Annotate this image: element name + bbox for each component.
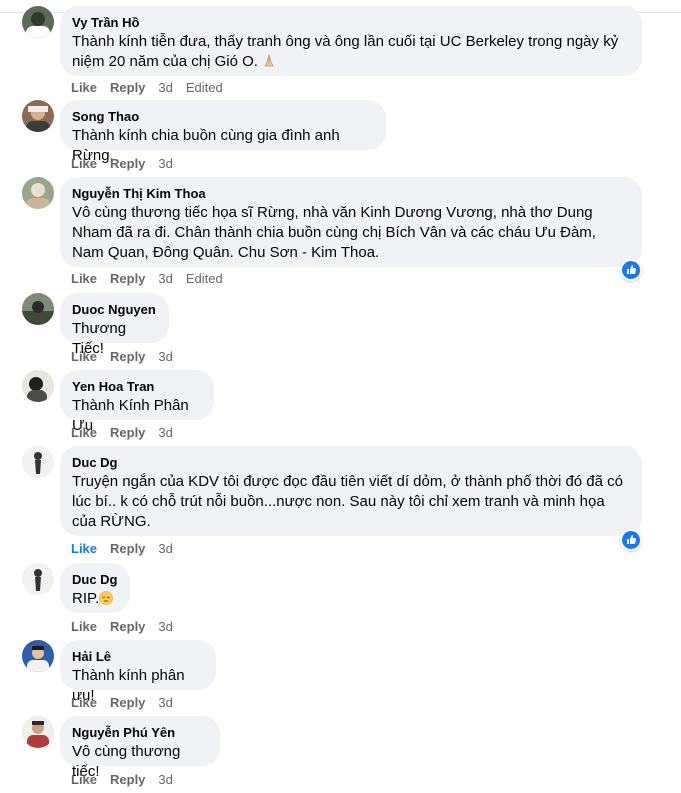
author-name[interactable]: Song Thao bbox=[72, 108, 374, 126]
avatar[interactable] bbox=[22, 177, 54, 209]
reply-button[interactable]: Reply bbox=[110, 695, 145, 711]
comment-actions: Like Reply 3d bbox=[71, 425, 186, 441]
author-name[interactable]: Duoc Nguyen bbox=[72, 301, 157, 319]
edited-label: Edited bbox=[185, 271, 223, 286]
author-name[interactable]: Yen Hoa Tran bbox=[72, 378, 202, 396]
edited-label: Edited bbox=[185, 80, 223, 95]
like-button[interactable]: Like bbox=[71, 772, 97, 788]
author-name[interactable]: Vy Trần Hồ bbox=[72, 14, 630, 32]
comment-bubble: Vy Trần Hồ Thành kính tiễn đưa, thấy tra… bbox=[60, 6, 642, 76]
reply-button[interactable]: Reply bbox=[110, 541, 145, 557]
comment-bubble: Nguyễn Thị Kim Thoa Vô cùng thương tiếc … bbox=[60, 177, 642, 267]
folded-hands-emoji-icon bbox=[264, 54, 274, 67]
comment-actions: Like Reply 3d Edited bbox=[71, 271, 236, 287]
timestamp[interactable]: 3d bbox=[158, 772, 172, 788]
timestamp[interactable]: 3d bbox=[158, 271, 172, 287]
comment-text: Vô cùng thương tiếc họa sĩ Rừng, nhà văn… bbox=[72, 204, 596, 261]
timestamp[interactable]: 3d bbox=[158, 80, 172, 96]
comment-actions: Like Reply 3d bbox=[71, 349, 186, 365]
like-button[interactable]: Like bbox=[71, 156, 97, 172]
like-button[interactable]: Like bbox=[71, 619, 97, 635]
reply-button[interactable]: Reply bbox=[110, 156, 145, 172]
avatar[interactable] bbox=[22, 640, 54, 672]
like-button[interactable]: Like bbox=[71, 541, 97, 557]
comment-bubble: Nguyễn Phú Yên Vô cùng thương tiếc! bbox=[60, 716, 220, 780]
timestamp[interactable]: 3d bbox=[158, 425, 172, 441]
comment-text: Thành kính tiễn đưa, thấy tranh ông và ô… bbox=[72, 33, 619, 70]
author-name[interactable]: Duc Dg bbox=[72, 571, 118, 589]
comment-actions: Like Reply 3d bbox=[71, 772, 186, 788]
like-reaction-icon[interactable] bbox=[620, 259, 642, 281]
comment-actions: Like Reply 3d bbox=[71, 541, 186, 557]
avatar[interactable] bbox=[22, 446, 54, 478]
timestamp[interactable]: 3d bbox=[158, 619, 172, 635]
reply-button[interactable]: Reply bbox=[110, 425, 145, 441]
like-reaction-icon[interactable] bbox=[620, 529, 642, 551]
reply-button[interactable]: Reply bbox=[110, 271, 145, 287]
avatar[interactable] bbox=[22, 370, 54, 402]
reply-button[interactable]: Reply bbox=[110, 349, 145, 365]
like-button[interactable]: Like bbox=[71, 80, 97, 96]
timestamp[interactable]: 3d bbox=[158, 349, 172, 365]
timestamp[interactable]: 3d bbox=[158, 541, 172, 557]
like-button[interactable]: Like bbox=[71, 271, 97, 287]
comment-actions: Like Reply 3d bbox=[71, 156, 186, 172]
author-name[interactable]: Nguyễn Thị Kim Thoa bbox=[72, 185, 630, 203]
comment-bubble: Hải Lê Thành kính phân ưu! bbox=[60, 640, 216, 704]
comment-bubble: Duc Dg RIP. bbox=[60, 563, 130, 613]
comment-actions: Like Reply 3d Edited bbox=[71, 80, 236, 96]
like-button[interactable]: Like bbox=[71, 425, 97, 441]
avatar[interactable] bbox=[22, 716, 54, 748]
comment-text: Truyện ngắn của KDV tôi được đọc đầu tiê… bbox=[72, 473, 623, 530]
like-button[interactable]: Like bbox=[71, 695, 97, 711]
avatar[interactable] bbox=[22, 6, 54, 38]
reply-button[interactable]: Reply bbox=[110, 80, 145, 96]
relieved-face-emoji-icon bbox=[99, 591, 114, 605]
avatar[interactable] bbox=[22, 563, 54, 595]
comment-bubble: Song Thao Thành kính chia buồn cùng gia … bbox=[60, 100, 386, 164]
avatar[interactable] bbox=[22, 293, 54, 325]
author-name[interactable]: Duc Dg bbox=[72, 454, 630, 472]
comment-bubble: Duoc Nguyen Thương Tiếc! bbox=[60, 293, 169, 357]
author-name[interactable]: Hải Lê bbox=[72, 648, 204, 666]
comment-actions: Like Reply 3d bbox=[71, 695, 186, 711]
comment-bubble: Yen Hoa Tran Thành Kính Phân Ưu bbox=[60, 370, 214, 434]
reply-button[interactable]: Reply bbox=[110, 772, 145, 788]
avatar[interactable] bbox=[22, 100, 54, 132]
timestamp[interactable]: 3d bbox=[158, 156, 172, 172]
comment-bubble: Duc Dg Truyện ngắn của KDV tôi được đọc … bbox=[60, 446, 642, 536]
reply-button[interactable]: Reply bbox=[110, 619, 145, 635]
like-button[interactable]: Like bbox=[71, 349, 97, 365]
comment-actions: Like Reply 3d bbox=[71, 619, 186, 635]
author-name[interactable]: Nguyễn Phú Yên bbox=[72, 724, 208, 742]
comment-text: RIP. bbox=[72, 589, 118, 609]
timestamp[interactable]: 3d bbox=[158, 695, 172, 711]
